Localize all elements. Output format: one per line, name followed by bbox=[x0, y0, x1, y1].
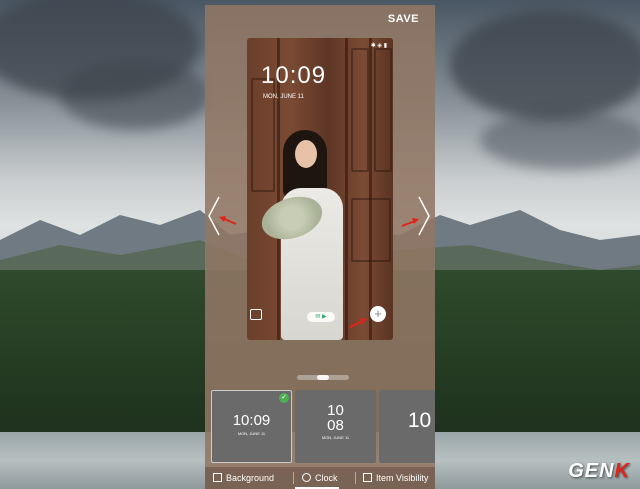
thumb-time: 10:09 bbox=[232, 412, 271, 429]
checkmark-icon: ✓ bbox=[279, 393, 289, 403]
tab-label: Background bbox=[226, 473, 275, 483]
clock-style-vertical[interactable]: 10 08 MON, JUNE 11 bbox=[295, 390, 376, 463]
divider bbox=[355, 472, 356, 484]
tab-background[interactable]: Background bbox=[213, 467, 274, 489]
tab-label: Item Visibility bbox=[376, 473, 429, 483]
door-frame bbox=[369, 38, 372, 340]
save-button[interactable]: SAVE bbox=[388, 13, 419, 25]
lockscreen-clock[interactable]: 10:09 bbox=[261, 62, 326, 90]
page-indicator bbox=[297, 375, 349, 380]
thumb-time: 10 bbox=[407, 409, 432, 432]
door-frame bbox=[345, 38, 348, 340]
annotation-arrow-icon bbox=[401, 218, 419, 227]
lockscreen-date: MON, JUNE 11 bbox=[263, 94, 304, 100]
page-indicator-active bbox=[317, 375, 329, 380]
door-panel bbox=[351, 48, 369, 172]
clock-icon bbox=[302, 473, 311, 482]
thumb-hours: 10 bbox=[327, 402, 344, 419]
thumb-minutes: 08 bbox=[327, 417, 344, 434]
image-icon bbox=[213, 473, 222, 482]
visibility-icon bbox=[363, 473, 372, 482]
tab-item-visibility[interactable]: Item Visibility bbox=[363, 467, 428, 489]
clock-style-carousel[interactable]: ✓ 10:09 MON, JUNE 11 10 08 MON, JUNE 11 … bbox=[211, 390, 435, 463]
tab-clock[interactable]: Clock bbox=[302, 467, 338, 489]
clock-style-horizontal[interactable]: ✓ 10:09 MON, JUNE 11 bbox=[211, 390, 292, 463]
notification-icons[interactable]: ✉ ▶ bbox=[307, 312, 335, 322]
add-item-button[interactable]: + bbox=[370, 306, 386, 322]
annotation-arrow-icon bbox=[349, 318, 367, 328]
thumb-date: MON, JUNE 11 bbox=[321, 435, 350, 440]
genk-watermark-logo: GENK bbox=[568, 460, 630, 482]
divider bbox=[293, 472, 294, 484]
editor-tab-bar: Background Clock Item Visibility bbox=[205, 467, 435, 489]
lockscreen-preview: ✱ ◈ ▮ 10:09 MON, JUNE 11 ✉ ▶ + bbox=[247, 38, 393, 340]
cloud bbox=[450, 10, 640, 120]
cloud bbox=[480, 110, 640, 170]
annotation-arrow-icon bbox=[219, 216, 237, 225]
status-bar-icons: ✱ ◈ ▮ bbox=[370, 43, 387, 49]
next-arrow-icon[interactable] bbox=[417, 195, 431, 237]
cloud bbox=[60, 60, 210, 130]
door-panel bbox=[351, 198, 391, 262]
clock-style-large[interactable]: 10 bbox=[379, 390, 435, 463]
person-face bbox=[295, 140, 317, 168]
tab-label: Clock bbox=[315, 473, 338, 483]
lockscreen-editor-panel: SAVE ✱ ◈ ▮ 10:09 MON, JUNE 11 ✉ ▶ + ✓ 10… bbox=[205, 5, 435, 489]
door-panel bbox=[374, 48, 392, 172]
camera-shortcut-icon[interactable] bbox=[250, 309, 262, 320]
thumb-date: MON, JUNE 11 bbox=[237, 431, 266, 436]
